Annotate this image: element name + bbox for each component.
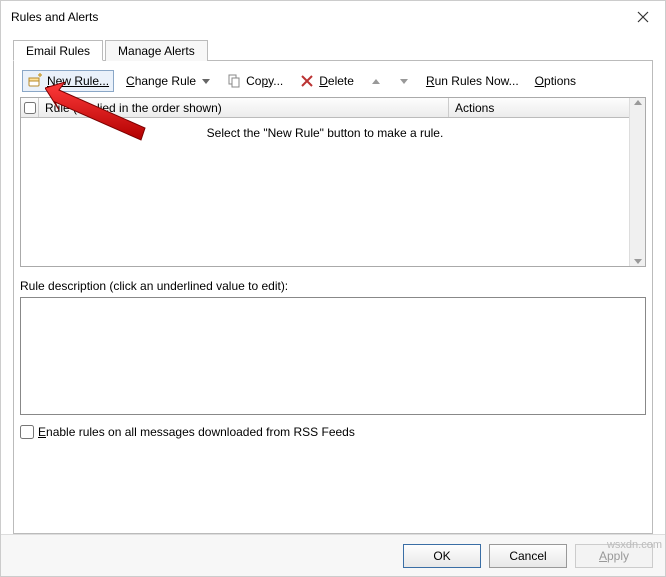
column-checkbox[interactable] bbox=[21, 98, 39, 117]
move-down-button[interactable] bbox=[394, 77, 414, 86]
scroll-down-icon bbox=[634, 259, 642, 264]
delete-rule-button[interactable]: Delete bbox=[295, 71, 358, 91]
change-rule-button[interactable]: Change Rule bbox=[122, 72, 214, 90]
tab-email-rules[interactable]: Email Rules bbox=[13, 40, 103, 61]
email-rules-panel: New Rule... Change Rule Copy... bbox=[13, 61, 653, 534]
titlebar: Rules and Alerts bbox=[1, 1, 665, 33]
ok-label: OK bbox=[433, 549, 450, 563]
new-rule-button[interactable]: New Rule... bbox=[22, 70, 114, 92]
dialog-footer: OK Cancel Apply bbox=[1, 534, 665, 576]
tab-label: Manage Alerts bbox=[118, 44, 195, 58]
column-rule-label: Rule (applied in the order shown) bbox=[45, 101, 222, 115]
apply-label: Apply bbox=[599, 549, 629, 563]
rules-list-body: Select the "New Rule" button to make a r… bbox=[21, 118, 629, 266]
dialog-content: Email Rules Manage Alerts New Rule... Ch… bbox=[1, 33, 665, 534]
change-rule-label: Change Rule bbox=[126, 74, 196, 88]
column-actions[interactable]: Actions bbox=[449, 98, 629, 117]
window-title: Rules and Alerts bbox=[11, 10, 621, 24]
rules-list-scrollbar[interactable] bbox=[629, 98, 645, 266]
rule-description-label: Rule description (click an underlined va… bbox=[20, 279, 646, 293]
rules-list: Rule (applied in the order shown) Action… bbox=[20, 97, 646, 267]
cancel-label: Cancel bbox=[509, 549, 546, 563]
rules-list-main: Rule (applied in the order shown) Action… bbox=[21, 98, 629, 266]
tab-manage-alerts[interactable]: Manage Alerts bbox=[105, 40, 208, 61]
new-rule-label: New Rule... bbox=[47, 74, 109, 88]
options-label: Options bbox=[535, 74, 576, 88]
select-all-checkbox[interactable] bbox=[24, 102, 36, 114]
rss-enable-checkbox[interactable] bbox=[20, 425, 34, 439]
tab-strip: Email Rules Manage Alerts bbox=[13, 39, 653, 61]
close-button[interactable] bbox=[621, 1, 665, 33]
delete-label: Delete bbox=[319, 74, 354, 88]
tab-label: Email Rules bbox=[26, 44, 90, 58]
empty-rules-text: Select the "New Rule" button to make a r… bbox=[207, 126, 444, 140]
rules-toolbar: New Rule... Change Rule Copy... bbox=[20, 67, 646, 95]
rule-description-box[interactable] bbox=[20, 297, 646, 415]
rss-enable-label: Enable rules on all messages downloaded … bbox=[38, 425, 355, 439]
copy-icon bbox=[226, 73, 242, 89]
scroll-up-icon bbox=[634, 100, 642, 105]
options-button[interactable]: Options bbox=[531, 72, 580, 90]
rules-and-alerts-dialog: Rules and Alerts Email Rules Manage Aler… bbox=[0, 0, 666, 577]
cancel-button[interactable]: Cancel bbox=[489, 544, 567, 568]
arrow-up-icon bbox=[372, 79, 380, 84]
close-icon bbox=[635, 9, 651, 25]
run-rules-now-label: Run Rules Now... bbox=[426, 74, 519, 88]
arrow-down-icon bbox=[400, 79, 408, 84]
copy-label: Copy... bbox=[246, 74, 283, 88]
apply-button: Apply bbox=[575, 544, 653, 568]
run-rules-now-button[interactable]: Run Rules Now... bbox=[422, 72, 523, 90]
rules-list-header: Rule (applied in the order shown) Action… bbox=[21, 98, 629, 118]
ok-button[interactable]: OK bbox=[403, 544, 481, 568]
column-actions-label: Actions bbox=[455, 101, 494, 115]
dropdown-icon bbox=[202, 79, 210, 84]
copy-rule-button[interactable]: Copy... bbox=[222, 71, 287, 91]
rss-enable-row[interactable]: Enable rules on all messages downloaded … bbox=[20, 425, 646, 439]
move-up-button[interactable] bbox=[366, 77, 386, 86]
new-rule-icon bbox=[27, 73, 43, 89]
delete-icon bbox=[299, 73, 315, 89]
column-rule[interactable]: Rule (applied in the order shown) bbox=[39, 98, 449, 117]
